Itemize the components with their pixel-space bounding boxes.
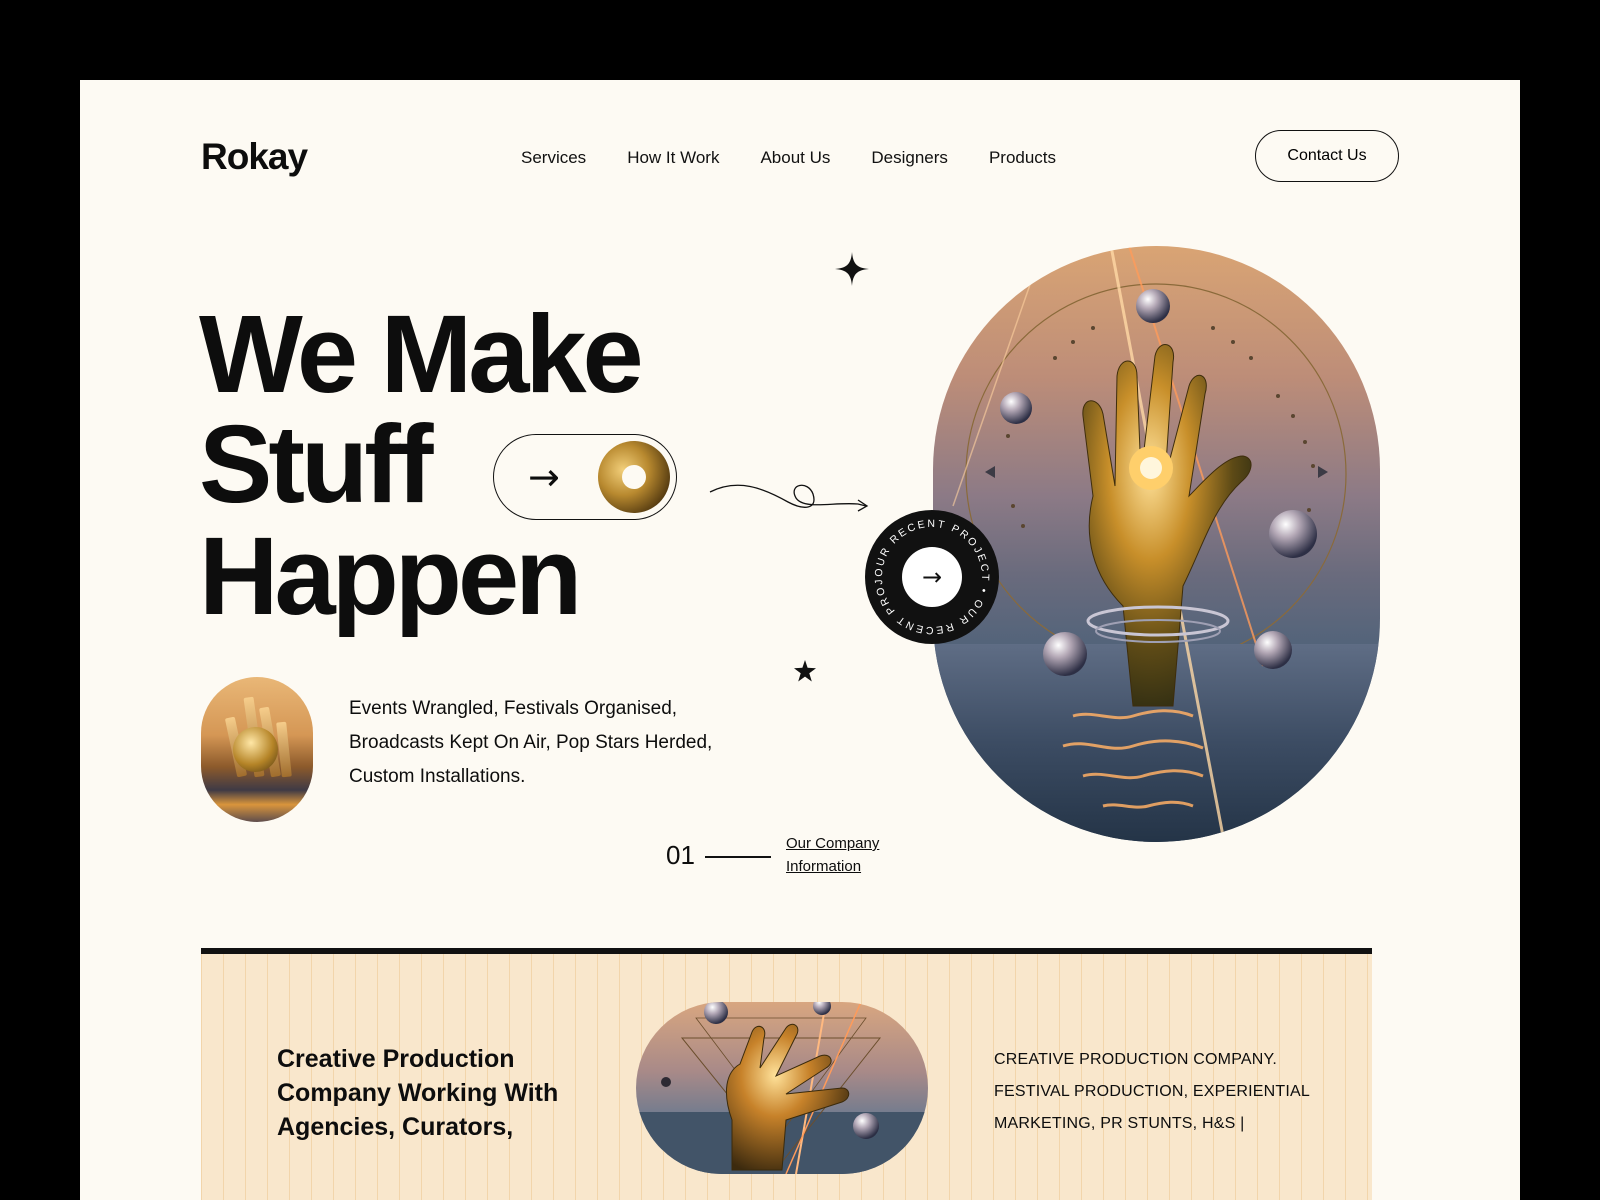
arrow-right-icon: → [528, 455, 560, 499]
company-link-line-2: Information [786, 858, 862, 875]
toggle-knob-image [598, 441, 670, 513]
squiggle-arrow-icon [709, 484, 869, 512]
counter-divider [705, 856, 771, 858]
slide-counter: 01 [666, 840, 695, 870]
four-point-star-icon [835, 252, 869, 286]
main-nav: Services How It Work About Us Designers … [521, 148, 1097, 168]
hero-featured-image [933, 246, 1380, 842]
hero-tagline: Events Wrangled, Festivals Organised, Br… [349, 698, 713, 787]
nav-about-us[interactable]: About Us [760, 148, 830, 168]
star-icon [794, 660, 816, 682]
intro-image [636, 1002, 928, 1174]
contact-us-button[interactable]: Contact Us [1255, 130, 1399, 182]
intro-services-list: CREATIVE PRODUCTION COMPANY. FESTIVAL PR… [994, 1051, 1310, 1132]
hero-headline-line-2: Stuff [199, 403, 433, 526]
intro-heading: Creative Production Company Working With… [277, 1045, 559, 1141]
hero-toggle-button[interactable]: → [493, 434, 677, 520]
nav-services[interactable]: Services [521, 148, 586, 168]
hero-thumbnail-image [201, 677, 313, 822]
brand-logo[interactable]: Rokay [201, 136, 308, 178]
intro-section: Creative Production Company Working With… [201, 948, 1372, 1200]
hero-headline-line-3: Happen [199, 515, 582, 638]
landing-page: Rokay Services How It Work About Us Desi… [80, 80, 1520, 1200]
hero-headline-line-1: We Make [199, 293, 644, 416]
recent-project-badge[interactable]: OUR RECENT PROJECT • OUR RECENT PROJECT … [865, 510, 999, 644]
nav-how-it-work[interactable]: How It Work [627, 148, 719, 168]
arrow-right-icon: → [902, 547, 962, 607]
company-information-link[interactable]: Our Company Information [786, 832, 879, 878]
nav-designers[interactable]: Designers [871, 148, 948, 168]
nav-products[interactable]: Products [989, 148, 1056, 168]
company-link-line-1: Our Company [786, 835, 880, 852]
